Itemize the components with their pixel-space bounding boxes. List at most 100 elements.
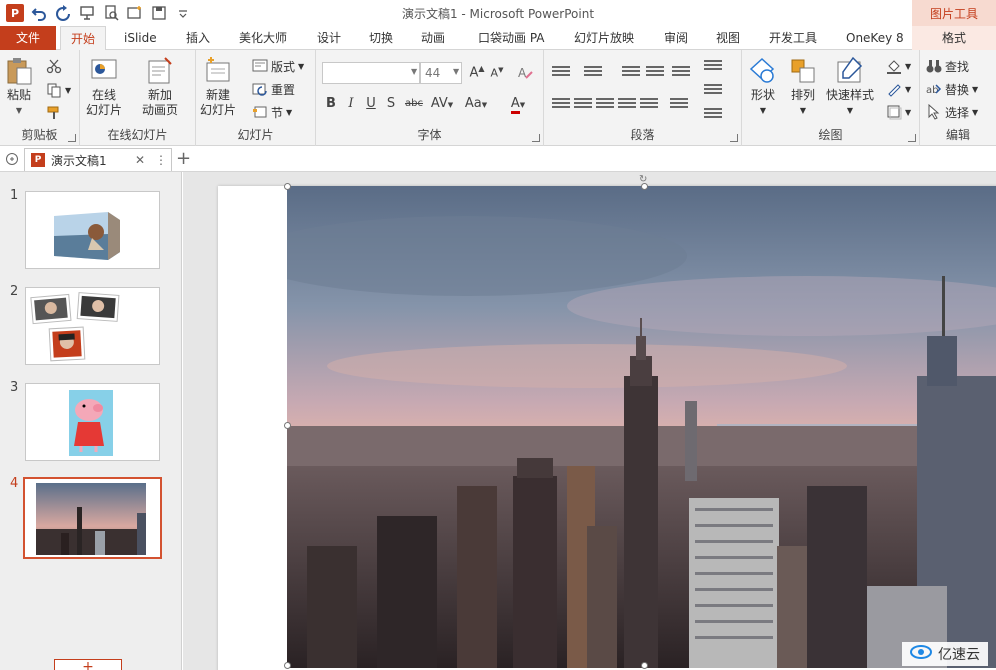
tab-file[interactable]: 文件 bbox=[0, 26, 56, 50]
font-launcher-icon[interactable] bbox=[532, 134, 540, 142]
character-spacing-button[interactable]: AV▼ bbox=[430, 96, 454, 111]
align-right-icon[interactable] bbox=[596, 98, 614, 112]
svg-text:A: A bbox=[518, 66, 527, 80]
tab-slideshow[interactable]: 幻灯片放映 bbox=[574, 26, 634, 50]
add-slide-button[interactable]: + bbox=[54, 659, 122, 670]
tab-home[interactable]: 开始 bbox=[60, 26, 106, 51]
close-tab-icon[interactable]: ✕ bbox=[135, 153, 145, 167]
slideshow-from-start-icon[interactable] bbox=[78, 4, 96, 22]
slide-thumbnail-3[interactable] bbox=[25, 383, 160, 461]
font-name-dropdown-icon[interactable]: ▼ bbox=[411, 67, 417, 76]
shape-effects-button[interactable]: ▼ bbox=[886, 102, 911, 122]
save-icon[interactable] bbox=[150, 4, 168, 22]
clipboard-launcher-icon[interactable] bbox=[68, 134, 76, 142]
rotate-handle-icon[interactable]: ↻ bbox=[639, 174, 647, 185]
paint-bucket-icon bbox=[886, 58, 902, 74]
shapes-button[interactable]: 形状 ▼ bbox=[748, 56, 778, 118]
city-skyline-picture[interactable] bbox=[287, 186, 996, 668]
powerpoint-file-icon: P bbox=[31, 153, 45, 167]
layout-button[interactable]: 版式 ▼ bbox=[252, 56, 304, 76]
new-animation-page-label-2: 动画页 bbox=[142, 103, 179, 117]
format-painter-button[interactable] bbox=[46, 103, 62, 123]
tab-more-icon[interactable]: ⋮ bbox=[151, 153, 171, 167]
paste-button[interactable]: 粘贴 ▼ bbox=[4, 56, 34, 118]
grow-font-icon[interactable]: A▲ bbox=[468, 64, 486, 80]
shrink-font-icon[interactable]: A▼ bbox=[488, 66, 506, 80]
paragraph-launcher-icon[interactable] bbox=[730, 134, 738, 142]
customize-qat-icon[interactable] bbox=[174, 4, 192, 22]
bold-button[interactable]: B bbox=[322, 96, 340, 111]
redo-icon[interactable] bbox=[54, 4, 72, 22]
select-button[interactable]: 选择 ▼ bbox=[926, 102, 978, 122]
slide-thumbnail-1[interactable] bbox=[25, 191, 160, 269]
line-spacing-icon[interactable] bbox=[672, 66, 690, 80]
font-color-button[interactable]: A▼ bbox=[506, 96, 530, 114]
find-button[interactable]: 查找 bbox=[926, 56, 969, 76]
italic-button[interactable]: I bbox=[342, 96, 360, 111]
tab-onekey[interactable]: OneKey 8 bbox=[846, 26, 904, 50]
font-size-dropdown-icon[interactable]: ▼ bbox=[453, 67, 459, 76]
font-group-label: 字体 bbox=[417, 128, 442, 142]
slide-number: 3 bbox=[10, 380, 19, 395]
arrange-button[interactable]: 排列 ▼ bbox=[788, 56, 818, 118]
tab-list-icon[interactable] bbox=[5, 152, 19, 166]
tab-animations[interactable]: 动画 bbox=[421, 26, 445, 50]
bullets-icon[interactable] bbox=[552, 66, 570, 80]
distributed-icon[interactable] bbox=[640, 98, 658, 112]
print-preview-icon[interactable] bbox=[102, 4, 120, 22]
quick-styles-button[interactable]: 快速样式 ▼ bbox=[826, 56, 874, 118]
underline-button[interactable]: U bbox=[362, 96, 380, 111]
layout-dropdown-icon: ▼ bbox=[298, 61, 305, 71]
new-slide-button[interactable]: 新建 幻灯片 bbox=[200, 56, 236, 118]
tab-insert[interactable]: 插入 bbox=[186, 26, 210, 50]
cut-button[interactable] bbox=[46, 56, 62, 76]
resize-handle-middle-left[interactable] bbox=[284, 422, 291, 429]
shape-outline-button[interactable]: ▼ bbox=[886, 79, 911, 99]
section-button[interactable]: 节 ▼ bbox=[252, 102, 292, 122]
justify-icon[interactable] bbox=[618, 98, 636, 112]
align-text-icon[interactable] bbox=[704, 84, 722, 98]
tab-view[interactable]: 视图 bbox=[716, 26, 740, 50]
tab-pocket-animation[interactable]: 口袋动画 PA bbox=[478, 26, 545, 50]
new-tab-icon[interactable]: + bbox=[176, 148, 191, 169]
slide-thumbnail-2[interactable] bbox=[25, 287, 160, 365]
reset-icon bbox=[252, 81, 268, 97]
tab-design[interactable]: 设计 bbox=[317, 26, 341, 50]
new-slide-qat-icon[interactable] bbox=[126, 4, 144, 22]
align-left-icon[interactable] bbox=[552, 98, 570, 112]
text-shadow-button[interactable]: S bbox=[382, 96, 400, 111]
tab-developer[interactable]: 开发工具 bbox=[769, 26, 817, 50]
online-slides-button[interactable]: 在线 幻灯片 bbox=[86, 56, 122, 118]
slide-thumbnail-4-selected[interactable] bbox=[23, 477, 162, 559]
document-tab[interactable]: P 演示文稿1 ✕ ⋮ bbox=[24, 148, 172, 171]
shape-fill-button[interactable]: ▼ bbox=[886, 56, 911, 76]
strikethrough-button[interactable]: abc bbox=[402, 98, 426, 109]
font-name-input[interactable] bbox=[322, 62, 420, 84]
tab-transitions[interactable]: 切换 bbox=[369, 26, 393, 50]
resize-handle-bottom-center[interactable] bbox=[641, 662, 648, 669]
reset-button[interactable]: 重置 bbox=[252, 79, 295, 99]
drawing-group-label: 绘图 bbox=[818, 128, 843, 142]
text-direction-icon[interactable] bbox=[704, 60, 722, 74]
numbering-icon[interactable] bbox=[584, 66, 602, 80]
convert-smartart-icon[interactable] bbox=[704, 108, 722, 122]
undo-icon[interactable] bbox=[30, 4, 48, 22]
tab-review[interactable]: 审阅 bbox=[664, 26, 688, 50]
increase-indent-icon[interactable] bbox=[646, 66, 664, 80]
new-animation-page-button[interactable]: 新加 动画页 bbox=[142, 56, 178, 118]
columns-icon[interactable] bbox=[670, 98, 688, 112]
copy-button[interactable]: ▼ bbox=[46, 80, 71, 100]
drawing-launcher-icon[interactable] bbox=[908, 134, 916, 142]
group-slides: 新建 幻灯片 版式 ▼ 重置 节 ▼ 幻灯片 bbox=[196, 50, 316, 146]
resize-handle-bottom-left[interactable] bbox=[284, 662, 291, 669]
tab-format[interactable]: 格式 bbox=[912, 26, 996, 50]
arrange-icon bbox=[788, 56, 818, 86]
replace-button[interactable]: ab 替换 ▼ bbox=[926, 79, 978, 99]
clear-formatting-icon[interactable]: A bbox=[516, 64, 534, 84]
decrease-indent-icon[interactable] bbox=[622, 66, 640, 80]
tab-meihua[interactable]: 美化大师 bbox=[239, 26, 287, 50]
align-center-icon[interactable] bbox=[574, 98, 592, 112]
change-case-button[interactable]: Aa▼ bbox=[462, 96, 490, 111]
resize-handle-top-left[interactable] bbox=[284, 183, 291, 190]
tab-islide[interactable]: iSlide bbox=[124, 26, 157, 50]
